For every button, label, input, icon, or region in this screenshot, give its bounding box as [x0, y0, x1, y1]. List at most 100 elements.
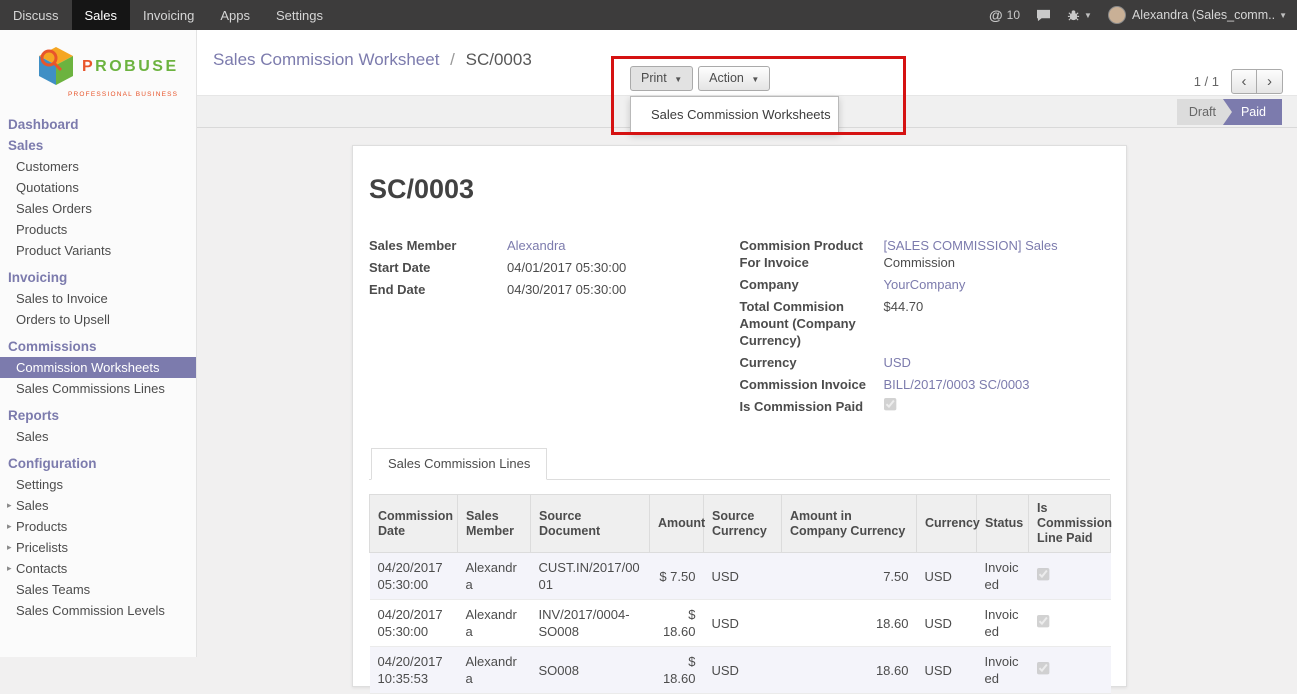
sidebar-item-pricelists[interactable]: ▸ Pricelists	[0, 537, 196, 558]
sidebar-item-sales-teams[interactable]: Sales Teams	[0, 579, 196, 600]
pager-next-button[interactable]: ›	[1257, 69, 1283, 94]
cell-doc: SO008	[531, 647, 650, 694]
sidebar-section-configuration[interactable]: Configuration	[0, 453, 196, 474]
col-sales-member: Sales Member	[458, 495, 531, 553]
sidebar-item-sales-to-invoice[interactable]: Sales to Invoice	[0, 288, 196, 309]
cell-doc: INV/2017/0004-SO008	[531, 600, 650, 647]
field-label-currency: Currency	[740, 354, 884, 371]
cell-source-currency: USD	[704, 553, 782, 600]
is-commission-paid-checkbox	[884, 398, 896, 410]
sidebar-item-orders-to-upsell[interactable]: Orders to Upsell	[0, 309, 196, 330]
field-label-start-date: Start Date	[369, 259, 507, 276]
caret-down-icon: ▼	[751, 75, 759, 84]
debug-menu-button[interactable]: ▼	[1067, 9, 1092, 22]
sidebar-section-commissions[interactable]: Commissions	[0, 336, 196, 357]
mention-count: 10	[1007, 8, 1020, 22]
cell-amount: $ 7.50	[650, 553, 704, 600]
line-paid-checkbox	[1037, 662, 1049, 674]
sidebar-section-sales[interactable]: Sales	[0, 135, 196, 156]
cell-amount-company: 18.60	[782, 600, 917, 647]
col-is-commission-line-paid: Is Commission Line Paid	[1029, 495, 1111, 553]
menu-settings[interactable]: Settings	[263, 0, 336, 30]
menu-invoicing[interactable]: Invoicing	[130, 0, 207, 30]
breadcrumb-separator: /	[450, 50, 455, 69]
sidebar-item-products[interactable]: Products	[0, 219, 196, 240]
user-avatar[interactable]	[1108, 6, 1126, 24]
start-date-value: 04/01/2017 05:30:00	[507, 259, 740, 276]
sidebar-item-product-variants[interactable]: Product Variants	[0, 240, 196, 261]
print-button-label: Print	[641, 71, 667, 85]
sidebar-item-reports-sales[interactable]: Sales	[0, 426, 196, 447]
submenu-caret-icon: ▸	[7, 495, 12, 516]
currency-link[interactable]: USD	[884, 355, 911, 370]
sidebar-item-contacts[interactable]: ▸ Contacts	[0, 558, 196, 579]
messages-button[interactable]	[1036, 9, 1051, 22]
mentions-button[interactable]: @ 10	[989, 7, 1020, 23]
field-grid: Sales Member Alexandra Start Date 04/01/…	[369, 237, 1110, 420]
cell-date: 04/20/2017 05:30:00	[370, 553, 458, 600]
sidebar-item-sales-orders[interactable]: Sales Orders	[0, 198, 196, 219]
sidebar-section-reports[interactable]: Reports	[0, 405, 196, 426]
sidebar-item-label: Pricelists	[16, 540, 68, 555]
sidebar-item-dashboard[interactable]: Dashboard	[0, 114, 196, 135]
cell-date: 04/20/2017 05:30:00	[370, 600, 458, 647]
action-button[interactable]: Action ▼	[698, 66, 770, 91]
chat-bubble-icon	[1036, 9, 1051, 22]
breadcrumb-current: SC/0003	[466, 50, 532, 69]
commission-invoice-link[interactable]: BILL/2017/0003 SC/0003	[884, 377, 1030, 392]
table-row[interactable]: 04/20/2017 05:30:00 Alexandra CUST.IN/20…	[370, 553, 1111, 600]
company-link[interactable]: YourCompany	[884, 277, 966, 292]
commission-lines-table: Commission Date Sales Member Source Docu…	[369, 494, 1111, 694]
cell-source-currency: USD	[704, 647, 782, 694]
sales-member-link[interactable]: Alexandra	[507, 238, 566, 253]
breadcrumb-parent-link[interactable]: Sales Commission Worksheet	[213, 50, 439, 69]
pager: 1 / 1 ‹ ›	[1194, 69, 1283, 94]
probuse-logo-icon	[36, 45, 76, 89]
cell-source-currency: USD	[704, 600, 782, 647]
commission-product-link[interactable]: [SALES COMMISSION] Sales	[884, 238, 1058, 253]
sidebar-item-sales-commission-levels[interactable]: Sales Commission Levels	[0, 600, 196, 621]
table-row[interactable]: 04/20/2017 10:35:53 Alexandra SO008 $ 18…	[370, 647, 1111, 694]
status-draft[interactable]: Draft	[1177, 99, 1232, 125]
control-panel: Sales Commission Worksheet / SC/0003 Pri…	[197, 30, 1297, 95]
field-label-commission-product: Commision Product For Invoice	[740, 237, 884, 271]
sidebar-item-customers[interactable]: Customers	[0, 156, 196, 177]
print-button[interactable]: Print ▼	[630, 66, 693, 91]
pager-count: 1 / 1	[1194, 74, 1219, 89]
cell-member: Alexandra	[458, 553, 531, 600]
field-column-left: Sales Member Alexandra Start Date 04/01/…	[369, 237, 740, 420]
total-commission-value: $44.70	[884, 298, 1111, 349]
submenu-caret-icon: ▸	[7, 537, 12, 558]
logo-text-rest: ROBUSE	[95, 58, 178, 75]
dropdown-item-sales-commission-worksheets[interactable]: Sales Commission Worksheets	[631, 102, 838, 127]
sidebar-item-config-products[interactable]: ▸ Products	[0, 516, 196, 537]
action-button-label: Action	[709, 71, 744, 85]
col-commission-date: Commission Date	[370, 495, 458, 553]
sidebar-item-commission-worksheets[interactable]: Commission Worksheets	[0, 357, 196, 378]
user-menu[interactable]: Alexandra (Sales_comm..	[1132, 8, 1275, 22]
pager-previous-button[interactable]: ‹	[1231, 69, 1257, 94]
main-content: Sales Commission Worksheet / SC/0003 Pri…	[197, 30, 1297, 657]
sidebar-item-quotations[interactable]: Quotations	[0, 177, 196, 198]
sidebar-item-config-sales[interactable]: ▸ Sales	[0, 495, 196, 516]
notebook-tabs: Sales Commission Lines	[369, 448, 1110, 480]
commission-product-rest: Commission	[884, 255, 956, 270]
col-status: Status	[977, 495, 1029, 553]
caret-down-icon: ▼	[674, 75, 682, 84]
app-logo: PROBUSE PROFESSIONAL BUSINESS	[0, 30, 196, 114]
menu-sales[interactable]: Sales	[72, 0, 131, 30]
table-row[interactable]: 04/20/2017 05:30:00 Alexandra INV/2017/0…	[370, 600, 1111, 647]
tab-sales-commission-lines[interactable]: Sales Commission Lines	[371, 448, 547, 480]
menu-apps[interactable]: Apps	[207, 0, 263, 30]
cell-currency: USD	[917, 600, 977, 647]
statusbar: Draft Paid	[1177, 99, 1282, 125]
topbar-right: @ 10 ▼ Alexandra (Sales_comm.. ▼	[973, 0, 1297, 30]
menu-discuss[interactable]: Discuss	[0, 0, 72, 30]
sidebar-item-sales-commissions-lines[interactable]: Sales Commissions Lines	[0, 378, 196, 399]
cell-currency: USD	[917, 647, 977, 694]
logo-subtitle: PROFESSIONAL BUSINESS	[68, 91, 196, 98]
sidebar-item-settings[interactable]: Settings	[0, 474, 196, 495]
sidebar-section-invoicing[interactable]: Invoicing	[0, 267, 196, 288]
cell-amount: $ 18.60	[650, 600, 704, 647]
col-source-document: Source Document	[531, 495, 650, 553]
